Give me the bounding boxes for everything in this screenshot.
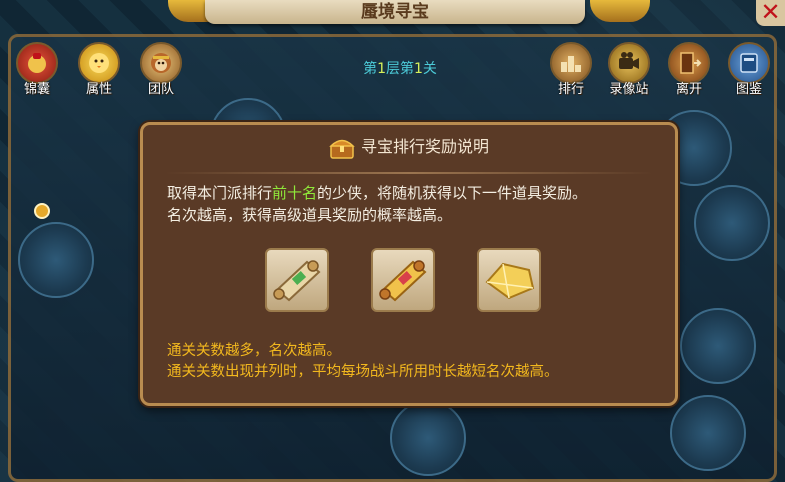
reward-item-slot[interactable] — [371, 248, 435, 312]
treasure-chest-icon — [329, 137, 355, 159]
scroll-gold-icon — [379, 260, 427, 302]
gold-crystal-icon — [485, 262, 535, 300]
close-button[interactable]: ✕ — [756, 0, 785, 26]
tool-label: 锦囊 — [23, 82, 50, 97]
reward-info-dialog: 寻宝排行奖励说明 取得本门派排行前十名的少侠，将随机获得以下一件道具奖励。 名次… — [140, 122, 678, 406]
tool-label: 团队 — [147, 82, 174, 97]
tool-label: 图鉴 — [735, 82, 762, 97]
tool-jinnang-button[interactable]: 锦囊 — [12, 42, 62, 97]
map-tile[interactable] — [670, 395, 746, 471]
desc-line2: 名次越高，获得高级道具奖励的概率越高。 — [167, 206, 453, 224]
level-indicator: 第1层第1关 — [363, 61, 437, 77]
dialog-notes: 通关关数越多，名次越高。 通关关数出现并列时，平均每场战斗所用时长越短名次越高。 — [167, 341, 657, 383]
tool-ranking-button[interactable]: 排行 — [546, 42, 596, 97]
desc-text: 的少侠，将随机获得以下一件道具奖励。 — [317, 184, 588, 202]
title-ornament-right — [590, 0, 650, 22]
map-tile[interactable] — [18, 222, 94, 298]
dialog-title: 寻宝排行奖励说明 — [360, 137, 489, 156]
scroll-green-icon — [273, 260, 321, 302]
note-line: 通关关数出现并列时，平均每场战斗所用时长越短名次越高。 — [167, 364, 559, 380]
tool-exit-button[interactable]: 离开 — [664, 42, 714, 97]
tool-video-button[interactable]: 录像站 — [604, 42, 654, 97]
divider — [165, 172, 653, 174]
map-tile[interactable] — [694, 185, 770, 261]
map-tile[interactable] — [390, 400, 466, 476]
tool-label: 离开 — [675, 82, 702, 97]
dialog-description: 取得本门派排行前十名的少侠，将随机获得以下一件道具奖励。 名次越高，获得高级道具… — [167, 182, 657, 226]
tool-label: 录像站 — [609, 82, 649, 97]
reward-items — [265, 248, 565, 314]
reward-item-slot[interactable] — [265, 248, 329, 312]
location-pin-icon — [34, 203, 50, 219]
tool-attributes-button[interactable]: 属性 — [74, 42, 124, 97]
window-title: 蜃境寻宝 — [205, 0, 585, 24]
tool-label: 属性 — [85, 82, 112, 97]
tool-codex-button[interactable]: 图鉴 — [724, 42, 774, 97]
tool-label: 排行 — [557, 82, 584, 97]
desc-text: 取得本门派排行 — [167, 184, 273, 202]
reward-item-slot[interactable] — [477, 248, 541, 312]
note-line: 通关关数越多，名次越高。 — [167, 343, 341, 359]
map-tile[interactable] — [680, 308, 756, 384]
desc-highlight: 前十名 — [272, 184, 318, 202]
tool-team-button[interactable]: 团队 — [136, 42, 186, 97]
dialog-header: 寻宝排行奖励说明 — [143, 133, 675, 159]
